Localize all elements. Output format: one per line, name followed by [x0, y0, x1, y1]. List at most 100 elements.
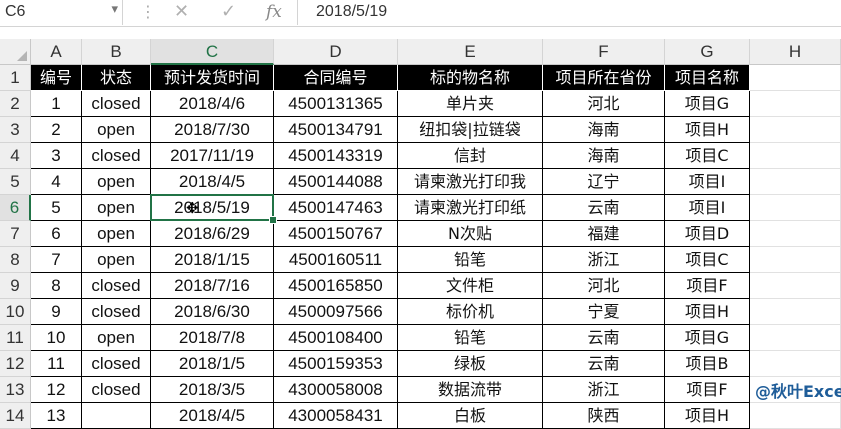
- table-cell-contract-no[interactable]: 4500144088: [274, 169, 398, 195]
- table-cell-project-name[interactable]: 项目D: [665, 221, 750, 247]
- table-cell-project-name[interactable]: 项目I: [665, 169, 750, 195]
- empty-cell[interactable]: [750, 351, 841, 377]
- header-cell-item-name[interactable]: 标的物名称: [398, 65, 543, 91]
- table-cell-id[interactable]: 11: [31, 351, 82, 377]
- table-cell-id[interactable]: 5: [31, 195, 82, 221]
- header-cell-ship-date[interactable]: 预计发货时间: [151, 65, 274, 91]
- table-cell-item-name[interactable]: 单片夹: [398, 91, 543, 117]
- table-cell-ship-date[interactable]: 2018/1/15: [151, 247, 274, 273]
- header-cell-status[interactable]: 状态: [82, 65, 151, 91]
- row-header-3[interactable]: 3: [0, 117, 31, 143]
- table-cell-status[interactable]: open: [82, 325, 151, 351]
- table-cell-contract-no[interactable]: 4500159353: [274, 351, 398, 377]
- table-cell-project-name[interactable]: 项目G: [665, 325, 750, 351]
- table-cell-id[interactable]: 7: [31, 247, 82, 273]
- header-cell-province[interactable]: 项目所在省份: [543, 65, 665, 91]
- empty-cell[interactable]: [750, 273, 841, 299]
- row-header-2[interactable]: 2: [0, 91, 31, 117]
- table-cell-status[interactable]: closed: [82, 91, 151, 117]
- formula-input[interactable]: 2018/5/19: [316, 3, 387, 21]
- table-cell-project-name[interactable]: 项目G: [665, 91, 750, 117]
- table-cell-province[interactable]: 云南: [543, 325, 665, 351]
- table-cell-status[interactable]: open: [82, 247, 151, 273]
- table-cell-ship-date[interactable]: 2018/3/5: [151, 377, 274, 403]
- table-cell-item-name[interactable]: 请柬激光打印纸: [398, 195, 543, 221]
- table-cell-id[interactable]: 4: [31, 169, 82, 195]
- table-cell-contract-no[interactable]: 4500165850: [274, 273, 398, 299]
- table-cell-status[interactable]: closed: [82, 377, 151, 403]
- table-cell-contract-no[interactable]: 4500147463: [274, 195, 398, 221]
- row-header-9[interactable]: 9: [0, 273, 31, 299]
- table-cell-ship-date[interactable]: 2018/6/30: [151, 299, 274, 325]
- table-cell-contract-no[interactable]: 4500131365: [274, 91, 398, 117]
- empty-cell[interactable]: [750, 91, 841, 117]
- empty-cell[interactable]: [750, 299, 841, 325]
- row-header-12[interactable]: 12: [0, 351, 31, 377]
- table-cell-item-name[interactable]: 铅笔: [398, 325, 543, 351]
- empty-cell[interactable]: [750, 195, 841, 221]
- table-cell-item-name[interactable]: 请柬激光打印我: [398, 169, 543, 195]
- table-cell-province[interactable]: 河北: [543, 273, 665, 299]
- table-cell-ship-date[interactable]: 2018/7/30: [151, 117, 274, 143]
- table-cell-ship-date[interactable]: 2018/5/19: [151, 195, 274, 221]
- table-cell-id[interactable]: 2: [31, 117, 82, 143]
- table-cell-project-name[interactable]: 项目H: [665, 117, 750, 143]
- table-cell-province[interactable]: 河北: [543, 91, 665, 117]
- table-cell-item-name[interactable]: 标价机: [398, 299, 543, 325]
- column-header-d[interactable]: D: [274, 39, 398, 65]
- table-cell-ship-date[interactable]: 2018/4/5: [151, 169, 274, 195]
- table-cell-item-name[interactable]: N次贴: [398, 221, 543, 247]
- table-cell-contract-no[interactable]: 4300058008: [274, 377, 398, 403]
- table-cell-contract-no[interactable]: 4500150767: [274, 221, 398, 247]
- table-cell-ship-date[interactable]: 2018/4/6: [151, 91, 274, 117]
- column-header-b[interactable]: B: [82, 39, 151, 65]
- column-header-c[interactable]: C: [151, 39, 274, 65]
- table-cell-status[interactable]: open: [82, 221, 151, 247]
- table-cell-status[interactable]: open: [82, 195, 151, 221]
- table-cell-item-name[interactable]: 文件柜: [398, 273, 543, 299]
- row-header-14[interactable]: 14: [0, 403, 31, 429]
- table-cell-province[interactable]: 福建: [543, 221, 665, 247]
- row-header-5[interactable]: 5: [0, 169, 31, 195]
- row-header-6[interactable]: 6: [0, 195, 31, 221]
- table-cell-project-name[interactable]: 项目B: [665, 351, 750, 377]
- table-cell-item-name[interactable]: 数据流带: [398, 377, 543, 403]
- table-cell-province[interactable]: 辽宁: [543, 169, 665, 195]
- chevron-down-icon[interactable]: ▾: [111, 2, 118, 17]
- cancel-icon[interactable]: ✕: [174, 1, 189, 22]
- table-cell-province[interactable]: 浙江: [543, 377, 665, 403]
- table-cell-project-name[interactable]: 项目C: [665, 143, 750, 169]
- name-box[interactable]: C6 ▾: [0, 0, 123, 25]
- row-header-8[interactable]: 8: [0, 247, 31, 273]
- column-header-a[interactable]: A: [31, 39, 82, 65]
- table-cell-ship-date[interactable]: 2018/4/5: [151, 403, 274, 429]
- table-cell-status[interactable]: closed: [82, 273, 151, 299]
- table-cell-project-name[interactable]: 项目F: [665, 377, 750, 403]
- table-cell-id[interactable]: 3: [31, 143, 82, 169]
- table-cell-id[interactable]: 13: [31, 403, 82, 429]
- table-cell-id[interactable]: 6: [31, 221, 82, 247]
- table-cell-contract-no[interactable]: 4500134791: [274, 117, 398, 143]
- header-cell-id[interactable]: 编号: [31, 65, 82, 91]
- table-cell-province[interactable]: 陕西: [543, 403, 665, 429]
- row-header-13[interactable]: 13: [0, 377, 31, 403]
- table-cell-province[interactable]: 海南: [543, 143, 665, 169]
- row-header-7[interactable]: 7: [0, 221, 31, 247]
- column-header-f[interactable]: F: [543, 39, 665, 65]
- table-cell-status[interactable]: closed: [82, 299, 151, 325]
- table-cell-status[interactable]: open: [82, 169, 151, 195]
- row-header-1[interactable]: 1: [0, 65, 31, 91]
- empty-cell[interactable]: [750, 65, 841, 91]
- table-cell-contract-no[interactable]: 4500108400: [274, 325, 398, 351]
- table-cell-item-name[interactable]: 铅笔: [398, 247, 543, 273]
- header-cell-contract-no[interactable]: 合同编号: [274, 65, 398, 91]
- table-cell-project-name[interactable]: 项目H: [665, 299, 750, 325]
- empty-cell[interactable]: [750, 221, 841, 247]
- table-cell-province[interactable]: 浙江: [543, 247, 665, 273]
- table-cell-province[interactable]: 云南: [543, 195, 665, 221]
- table-cell-ship-date[interactable]: 2018/7/16: [151, 273, 274, 299]
- table-cell-item-name[interactable]: 纽扣袋|拉链袋: [398, 117, 543, 143]
- insert-function-icon[interactable]: fx: [266, 2, 282, 22]
- select-all-corner[interactable]: [0, 39, 31, 65]
- table-cell-ship-date[interactable]: 2017/11/19: [151, 143, 274, 169]
